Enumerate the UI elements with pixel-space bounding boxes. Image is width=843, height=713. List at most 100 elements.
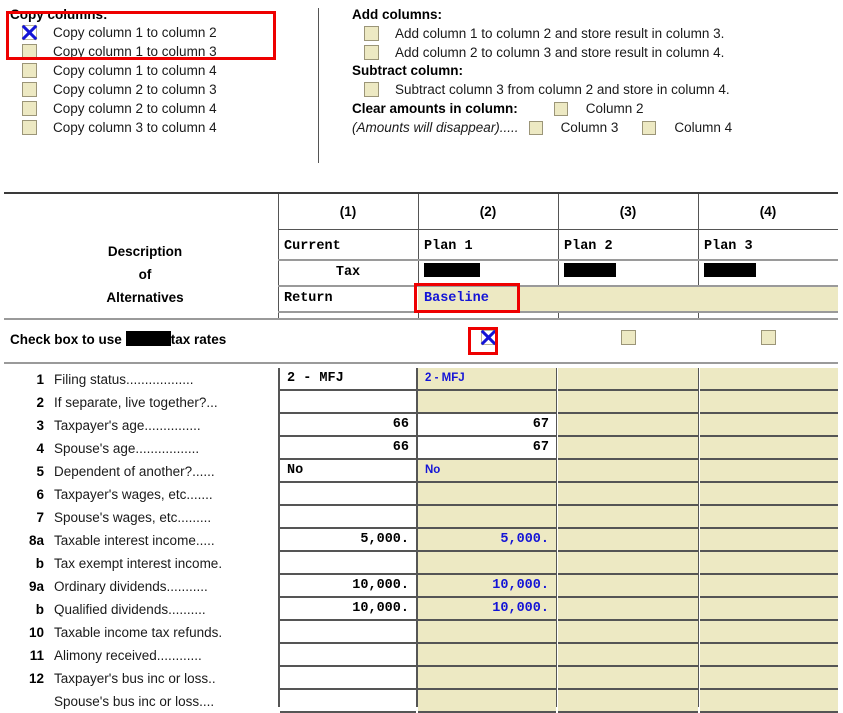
cell-col2[interactable]: 2 - MFJ xyxy=(418,368,556,391)
cell-col4[interactable] xyxy=(700,575,838,598)
cell-col4[interactable] xyxy=(700,552,838,575)
cell-col4[interactable] xyxy=(700,644,838,667)
cell-col3[interactable] xyxy=(558,621,698,644)
cell-col4[interactable] xyxy=(700,460,838,483)
cell-col1[interactable] xyxy=(280,690,416,713)
checkbox-checked-icon[interactable] xyxy=(480,330,496,345)
cell-col2[interactable] xyxy=(418,644,556,667)
cell-col4[interactable] xyxy=(700,621,838,644)
column-header-cell-3: Plan 2 xyxy=(558,235,698,315)
cell-col2[interactable]: 67 xyxy=(418,414,556,437)
cell-col2[interactable] xyxy=(418,690,556,713)
subtract-option-row[interactable]: Subtract column 3 from column 2 and stor… xyxy=(352,80,842,99)
copy-option-row[interactable]: Copy column 3 to column 4 xyxy=(4,118,289,137)
checkbox-icon[interactable] xyxy=(642,121,657,135)
cell-col1[interactable] xyxy=(280,644,416,667)
cell-col1[interactable] xyxy=(280,391,416,414)
cell-col2[interactable] xyxy=(418,506,556,529)
cell-col1[interactable]: No xyxy=(280,460,416,483)
checkbox-icon[interactable] xyxy=(553,102,568,116)
cell-col2[interactable] xyxy=(418,483,556,506)
copy-option-row[interactable]: Copy column 1 to column 2 xyxy=(4,23,289,42)
checkbox-icon[interactable] xyxy=(528,121,543,135)
cell-col4[interactable] xyxy=(700,667,838,690)
add-option-row[interactable]: Add column 2 to column 3 and store resul… xyxy=(352,43,842,62)
cell-col3[interactable] xyxy=(558,667,698,690)
cell-col2-value: No xyxy=(425,464,441,476)
column-title-4-line2 xyxy=(698,261,838,287)
copy-option-row[interactable]: Copy column 2 to column 3 xyxy=(4,80,289,99)
cell-col1[interactable] xyxy=(280,552,416,575)
checkbox-icon[interactable] xyxy=(22,63,37,78)
cell-col4[interactable] xyxy=(700,391,838,414)
cell-col4[interactable] xyxy=(700,414,838,437)
row-number: 10 xyxy=(28,625,44,640)
checkbox-icon[interactable] xyxy=(620,330,636,345)
cell-col3[interactable] xyxy=(558,414,698,437)
cell-col2[interactable]: No xyxy=(418,460,556,483)
cell-col4[interactable] xyxy=(700,368,838,391)
cell-col1[interactable]: 66 xyxy=(280,437,416,460)
cell-col3[interactable] xyxy=(558,460,698,483)
cell-col1[interactable] xyxy=(280,621,416,644)
cell-col3[interactable] xyxy=(558,575,698,598)
cell-col3[interactable] xyxy=(558,529,698,552)
cell-col1[interactable] xyxy=(280,506,416,529)
checkbox-checked-icon[interactable] xyxy=(22,25,37,40)
column-title-2-line3[interactable]: Baseline xyxy=(418,287,558,313)
checkbox-icon[interactable] xyxy=(22,101,37,116)
cell-col1[interactable]: 2 - MFJ xyxy=(280,368,416,391)
column-title-4-line3[interactable] xyxy=(698,287,838,313)
checkbox-icon[interactable] xyxy=(364,82,379,97)
row-description: Taxpayer's age............... xyxy=(54,418,201,433)
cell-col2[interactable]: 5,000. xyxy=(418,529,556,552)
cell-col1[interactable] xyxy=(280,667,416,690)
copy-option-row[interactable]: Copy column 1 to column 3 xyxy=(4,42,289,61)
column-title-3-line3[interactable] xyxy=(558,287,698,313)
cell-col2[interactable]: 67 xyxy=(418,437,556,460)
column-title-1-line3: Return xyxy=(278,287,418,313)
add-option-row[interactable]: Add column 1 to column 2 and store resul… xyxy=(352,24,842,43)
checkbox-icon[interactable] xyxy=(22,82,37,97)
cell-col2[interactable] xyxy=(418,621,556,644)
header-sub-rule xyxy=(278,229,838,230)
cell-col3[interactable] xyxy=(558,437,698,460)
use-tax-rates-checkbox-2[interactable] xyxy=(418,330,558,345)
cell-col2[interactable] xyxy=(418,667,556,690)
cell-col4[interactable] xyxy=(700,690,838,713)
cell-col2[interactable] xyxy=(418,552,556,575)
copy-option-row[interactable]: Copy column 2 to column 4 xyxy=(4,99,289,118)
cell-col3[interactable] xyxy=(558,598,698,621)
cell-col4[interactable] xyxy=(700,437,838,460)
cell-col4[interactable] xyxy=(700,506,838,529)
copy-option-row[interactable]: Copy column 1 to column 4 xyxy=(4,61,289,80)
checkbox-icon[interactable] xyxy=(22,120,37,135)
copy-option-label: Copy column 3 to column 4 xyxy=(53,120,217,135)
cell-col2[interactable]: 10,000. xyxy=(418,598,556,621)
use-tax-rates-checkbox-3[interactable] xyxy=(558,330,698,345)
checkbox-icon[interactable] xyxy=(760,330,776,345)
cell-col1[interactable]: 10,000. xyxy=(280,598,416,621)
cell-col1[interactable]: 5,000. xyxy=(280,529,416,552)
checkbox-icon[interactable] xyxy=(22,44,37,59)
checkbox-icon[interactable] xyxy=(364,26,379,41)
cell-col4[interactable] xyxy=(700,529,838,552)
cell-col3[interactable] xyxy=(558,368,698,391)
cell-col2[interactable] xyxy=(418,391,556,414)
cell-col1[interactable]: 66 xyxy=(280,414,416,437)
cell-col3[interactable] xyxy=(558,506,698,529)
cell-col3[interactable] xyxy=(558,391,698,414)
cell-col2[interactable]: 10,000. xyxy=(418,575,556,598)
description-header-line1: Description xyxy=(107,244,183,259)
clear-amounts-note: (Amounts will disappear)..... xyxy=(352,120,519,135)
cell-col4[interactable] xyxy=(700,598,838,621)
cell-col4[interactable] xyxy=(700,483,838,506)
cell-col1[interactable] xyxy=(280,483,416,506)
cell-col3[interactable] xyxy=(558,690,698,713)
checkbox-icon[interactable] xyxy=(364,45,379,60)
cell-col3[interactable] xyxy=(558,552,698,575)
use-tax-rates-checkbox-4[interactable] xyxy=(698,330,838,345)
cell-col3[interactable] xyxy=(558,644,698,667)
cell-col1[interactable]: 10,000. xyxy=(280,575,416,598)
cell-col3[interactable] xyxy=(558,483,698,506)
